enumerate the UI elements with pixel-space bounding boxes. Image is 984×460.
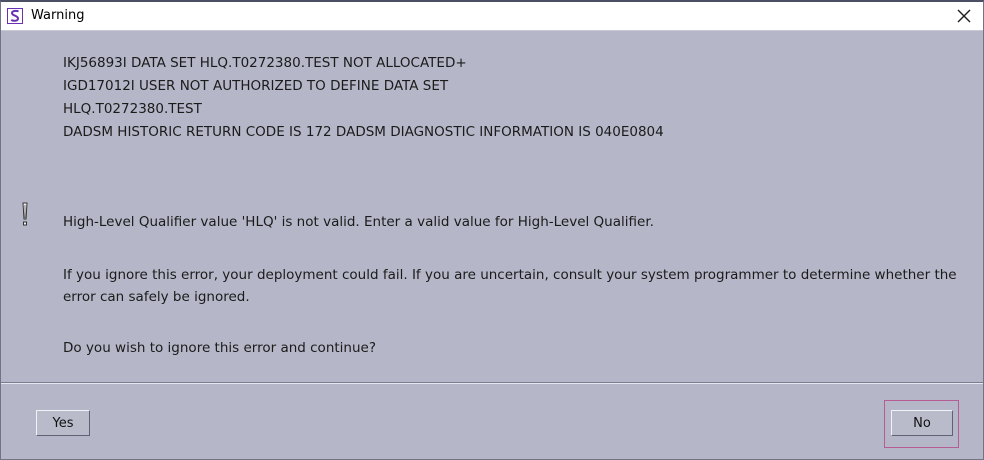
message-line: IKJ56893I DATA SET HLQ.T0272380.TEST NOT…	[63, 55, 467, 71]
exclamation-icon	[22, 202, 28, 226]
app-logo-icon	[7, 8, 23, 24]
no-button[interactable]: No	[891, 410, 953, 436]
window-title: Warning	[31, 8, 85, 23]
error-message: IKJ56893I DATA SET HLQ.T0272380.TEST NOT…	[63, 52, 963, 144]
ignore-warning: If you ignore this error, your deploymen…	[63, 267, 957, 305]
warning-dialog: Warning IKJ56893I DATA SET HLQ.T0272380.…	[0, 0, 984, 460]
yes-button[interactable]: Yes	[36, 410, 90, 436]
qualifier-message: High-Level Qualifier value 'HLQ' is not …	[63, 214, 654, 230]
close-icon[interactable]	[955, 7, 973, 25]
title-bar: Warning	[1, 2, 983, 31]
divider	[1, 382, 983, 384]
message-line: HLQ.T0272380.TEST	[63, 101, 202, 117]
message-line: IGD17012I USER NOT AUTHORIZED TO DEFINE …	[63, 78, 449, 94]
message-line: DADSM HISTORIC RETURN CODE IS 172 DADSM …	[63, 124, 664, 140]
continue-question: Do you wish to ignore this error and con…	[63, 340, 376, 356]
